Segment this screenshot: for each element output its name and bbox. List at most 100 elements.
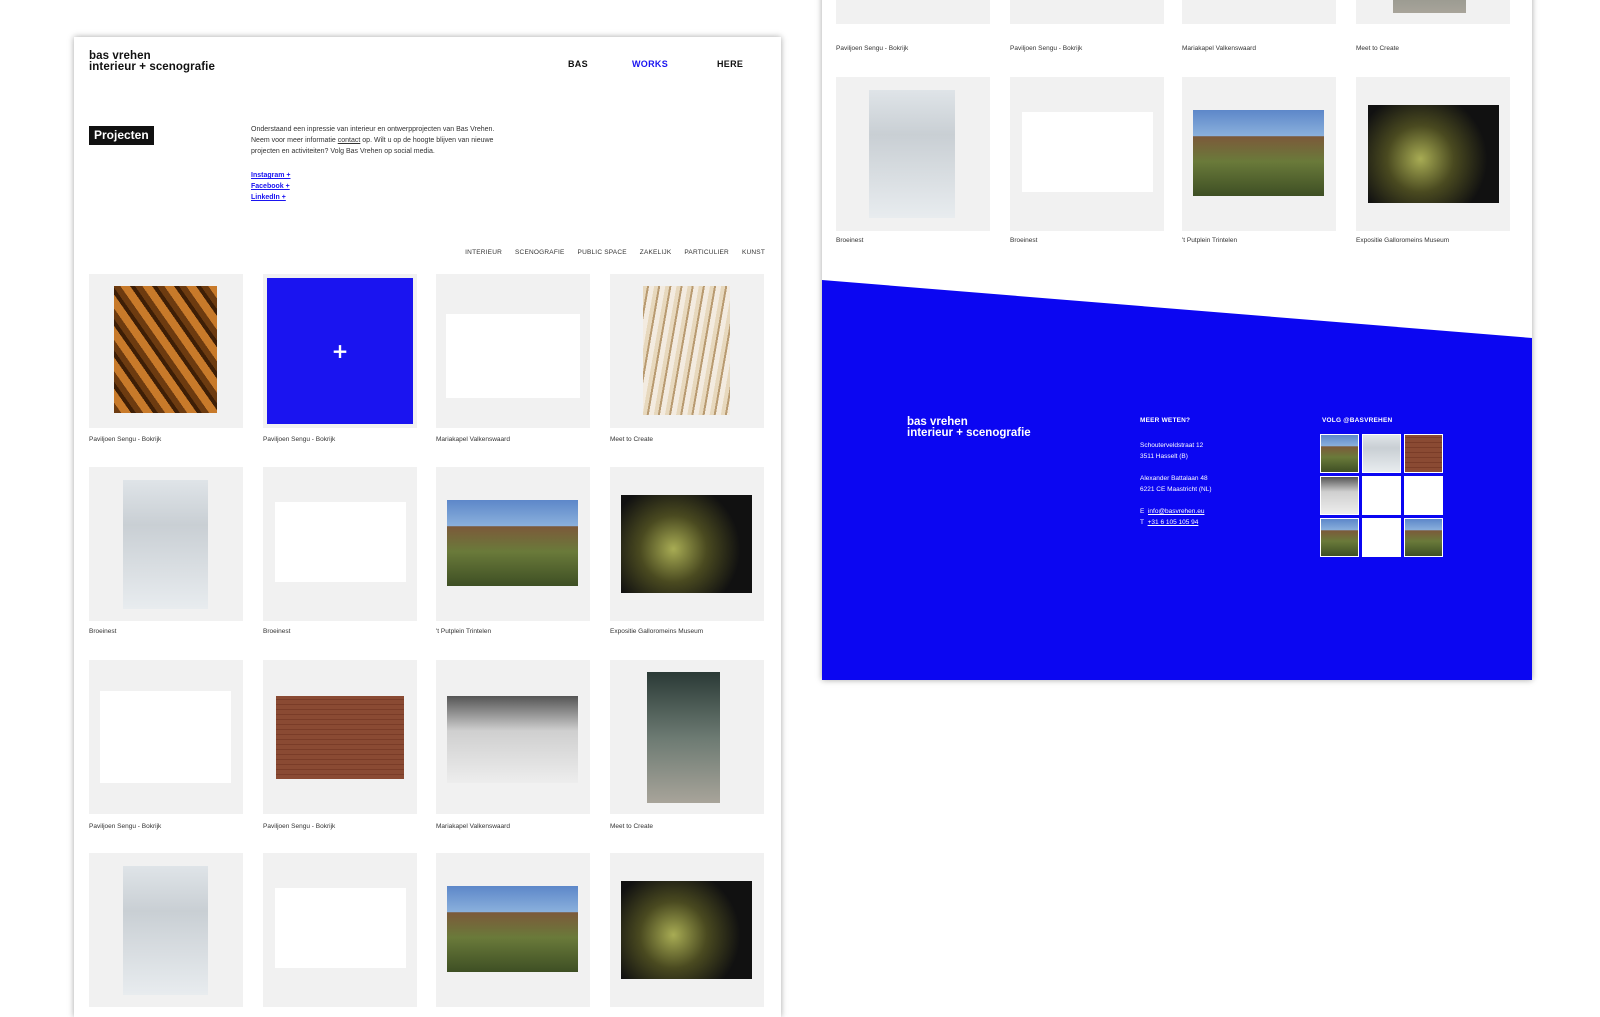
project-caption: Broeinest (89, 628, 117, 635)
hover-overlay: + (267, 278, 413, 424)
site-footer: bas vrehen interieur + scenografie MEER … (822, 280, 1532, 680)
project-thumbnail (1368, 105, 1499, 203)
instagram-thumb[interactable] (1404, 518, 1443, 557)
project-thumbnail (1022, 112, 1153, 192)
nav-here[interactable]: HERE (717, 59, 743, 69)
project-card[interactable] (1010, 0, 1164, 24)
project-caption: 't Putplein Trintelen (1182, 237, 1238, 244)
project-thumbnail (1393, 0, 1466, 13)
project-card[interactable] (436, 660, 590, 814)
project-caption: 't Putplein Trintelen (436, 628, 492, 635)
instagram-heading: VOLG @BASVREHEN (1322, 417, 1393, 424)
phone-link[interactable]: +31 6 105 105 94 (1148, 519, 1199, 526)
project-caption: Paviljoen Sengu - Bokrijk (89, 436, 162, 443)
project-thumbnail (447, 886, 578, 972)
project-thumbnail (100, 691, 231, 783)
project-card[interactable] (89, 274, 243, 428)
project-thumbnail (647, 672, 720, 803)
contact-link[interactable]: contact (338, 137, 361, 144)
logo-line-2: interieur + scenografie (89, 61, 215, 73)
social-links: Instagram + Facebook + LinkedIn + (251, 170, 291, 203)
project-card[interactable] (436, 274, 590, 428)
category-filters: INTERIEUR SCENOGRAFIE PUBLIC SPACE ZAKEL… (465, 249, 765, 256)
footer-logo[interactable]: bas vrehen interieur + scenografie (907, 416, 1031, 439)
instagram-thumb[interactable] (1362, 434, 1401, 473)
instagram-thumb[interactable] (1320, 476, 1359, 515)
project-card[interactable] (836, 77, 990, 231)
project-card[interactable] (263, 660, 417, 814)
site-logo[interactable]: bas vrehen interieur + scenografie (89, 50, 215, 73)
project-caption: Broeinest (836, 237, 864, 244)
project-thumbnail (1193, 110, 1324, 196)
project-thumbnail (643, 286, 730, 415)
projects-page: bas vrehen interieur + scenografie BAS W… (74, 37, 781, 1017)
project-card[interactable]: + (263, 274, 417, 428)
project-card[interactable] (263, 467, 417, 621)
project-card[interactable] (1182, 0, 1336, 24)
project-caption: Paviljoen Sengu - Bokrijk (263, 823, 336, 830)
project-thumbnail (447, 500, 578, 586)
instagram-thumb[interactable] (1362, 518, 1401, 557)
project-caption: Paviljoen Sengu - Bokrijk (1010, 45, 1083, 52)
contact-details: Schouterveldstraat 12 3511 Hasselt (B) A… (1140, 442, 1212, 526)
project-thumbnail (123, 480, 208, 609)
filter-kunst[interactable]: KUNST (742, 249, 765, 256)
project-card[interactable] (89, 853, 243, 1007)
project-thumbnail (869, 90, 955, 218)
instagram-thumb[interactable] (1404, 434, 1443, 473)
project-card[interactable] (1356, 0, 1510, 24)
instagram-link[interactable]: Instagram + (251, 170, 291, 181)
project-thumbnail (621, 881, 752, 979)
project-caption: Paviljoen Sengu - Bokrijk (836, 45, 909, 52)
project-thumbnail (275, 502, 406, 582)
email-link[interactable]: info@basvrehen.eu (1148, 508, 1204, 515)
filter-interieur[interactable]: INTERIEUR (465, 249, 502, 256)
instagram-feed (1320, 434, 1443, 557)
project-thumbnail (276, 696, 404, 779)
project-caption: Broeinest (1010, 237, 1038, 244)
project-card[interactable] (1356, 77, 1510, 231)
project-card[interactable] (610, 660, 764, 814)
project-caption: Meet to Create (1356, 45, 1399, 52)
instagram-thumb[interactable] (1404, 476, 1443, 515)
project-caption: Expositie Galloromeins Museum (610, 628, 704, 635)
filter-public-space[interactable]: PUBLIC SPACE (578, 249, 627, 256)
page-title: Projecten (89, 126, 154, 145)
project-thumbnail (446, 314, 580, 398)
filter-scenografie[interactable]: SCENOGRAFIE (515, 249, 565, 256)
instagram-thumb[interactable] (1320, 434, 1359, 473)
nav-works[interactable]: WORKS (632, 59, 668, 69)
project-thumbnail (621, 495, 752, 593)
project-card[interactable] (610, 274, 764, 428)
filter-zakelijk[interactable]: ZAKELIJK (640, 249, 672, 256)
project-card[interactable] (436, 853, 590, 1007)
project-card[interactable] (436, 467, 590, 621)
project-thumbnail (123, 866, 208, 995)
project-thumbnail (114, 286, 217, 413)
project-card[interactable] (610, 853, 764, 1007)
nav-bas[interactable]: BAS (568, 59, 588, 69)
project-card[interactable] (610, 467, 764, 621)
project-card[interactable] (1182, 77, 1336, 231)
project-caption: Paviljoen Sengu - Bokrijk (89, 823, 162, 830)
project-caption: Mariakapel Valkenswaard (1182, 45, 1256, 52)
project-thumbnail (447, 696, 578, 783)
instagram-thumb[interactable] (1362, 476, 1401, 515)
filter-particulier[interactable]: PARTICULIER (684, 249, 729, 256)
project-card[interactable] (89, 660, 243, 814)
project-card[interactable] (1010, 77, 1164, 231)
plus-icon: + (331, 339, 349, 363)
project-caption: Meet to Create (610, 823, 653, 830)
project-caption: Mariakapel Valkenswaard (436, 436, 510, 443)
project-caption: Paviljoen Sengu - Bokrijk (263, 436, 336, 443)
project-caption: Broeinest (263, 628, 291, 635)
linkedin-link[interactable]: LinkedIn + (251, 192, 291, 203)
project-thumbnail (275, 888, 406, 968)
facebook-link[interactable]: Facebook + (251, 181, 291, 192)
project-card[interactable] (836, 0, 990, 24)
project-card[interactable] (89, 467, 243, 621)
project-caption: Meet to Create (610, 436, 653, 443)
instagram-thumb[interactable] (1320, 518, 1359, 557)
project-caption: Mariakapel Valkenswaard (436, 823, 510, 830)
project-card[interactable] (263, 853, 417, 1007)
